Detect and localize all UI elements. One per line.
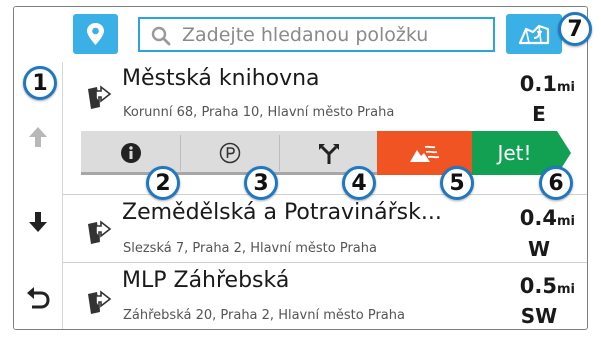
distance-value: 0.5	[519, 274, 557, 298]
poi-address: Slezská 7, Praha 2, Hlavní město Praha	[123, 241, 377, 256]
device-screen: Zadejte hledanou položku Městská knihovn…	[13, 6, 588, 330]
row-divider	[63, 194, 587, 195]
navigate-arrow-icon	[88, 290, 112, 314]
trail-icon	[409, 145, 439, 162]
scroll-up-button[interactable]	[14, 112, 62, 162]
info-icon	[120, 143, 141, 163]
poi-name: Městská knihovna	[122, 66, 320, 91]
poi-direction: E	[532, 102, 546, 126]
distance-unit: mi	[556, 282, 575, 297]
arrow-down-icon	[29, 212, 47, 232]
location-pin-icon	[87, 23, 104, 45]
navigate-arrow-icon	[88, 220, 112, 244]
poi-direction: W	[527, 237, 551, 261]
search-icon	[151, 26, 171, 45]
callout-badge: 3	[244, 166, 278, 200]
poi-name: Zemědělská a Potravinářsk...	[122, 200, 442, 225]
poi-address: Záhřebská 20, Praha 2, Hlavní město Prah…	[123, 308, 405, 323]
callout-badge: 6	[539, 166, 573, 200]
callout-badge: 2	[146, 166, 180, 200]
distance-value: 0.1	[519, 72, 557, 96]
callout-badge: 5	[440, 166, 474, 200]
callout-badge: 1	[23, 66, 57, 100]
distance-value: 0.4	[519, 206, 557, 230]
back-icon	[27, 287, 50, 309]
results-list: Městská knihovna Korunní 68, Praha 10, H…	[63, 62, 587, 329]
map-view-button[interactable]	[506, 14, 562, 54]
arrow-up-icon	[29, 127, 47, 147]
poi-distance: 0.1mi	[520, 72, 575, 96]
top-bar: Zadejte hledanou položku	[14, 7, 587, 62]
route-fork-icon	[318, 144, 339, 164]
map-view-icon	[518, 24, 550, 45]
location-pin-button[interactable]	[73, 14, 118, 54]
callout-badge: 7	[558, 12, 592, 46]
row-divider	[63, 262, 587, 263]
go-button[interactable]: Jet!	[472, 131, 557, 175]
distance-unit: mi	[556, 214, 575, 229]
go-label: Jet!	[497, 141, 532, 165]
back-button[interactable]	[14, 274, 62, 324]
search-input[interactable]: Zadejte hledanou položku	[138, 17, 495, 52]
left-rail	[14, 62, 63, 329]
search-placeholder: Zadejte hledanou položku	[182, 23, 429, 46]
poi-distance: 0.4mi	[520, 206, 575, 230]
poi-distance: 0.5mi	[520, 274, 575, 298]
scroll-down-button[interactable]	[14, 197, 62, 247]
poi-direction: SW	[520, 304, 558, 328]
parking-icon	[219, 142, 241, 164]
navigate-arrow-icon	[88, 85, 112, 109]
distance-unit: mi	[556, 80, 575, 95]
callout-badge: 4	[342, 166, 376, 200]
poi-name: MLP Záhřebská	[122, 268, 290, 293]
poi-address: Korunní 68, Praha 10, Hlavní město Praha	[123, 105, 395, 120]
